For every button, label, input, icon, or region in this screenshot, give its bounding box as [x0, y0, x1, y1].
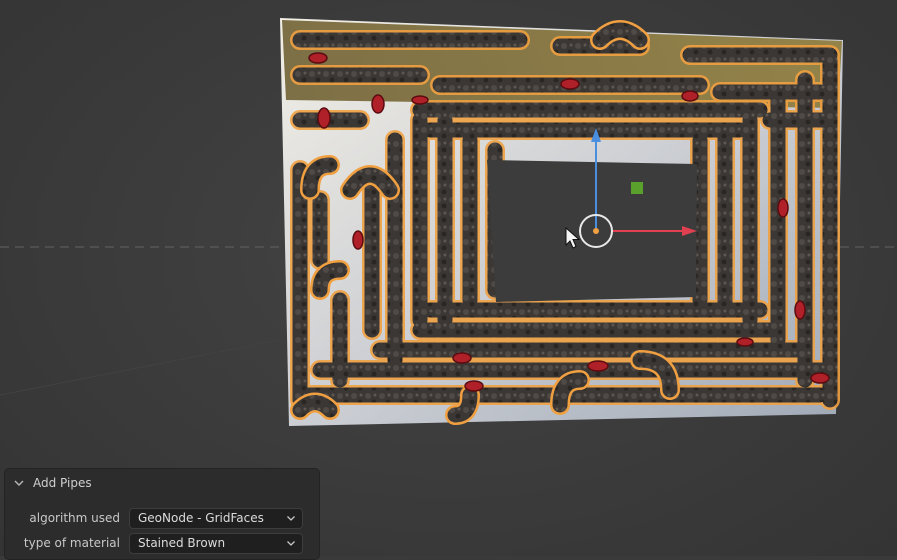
chevron-down-icon	[287, 516, 295, 521]
algorithm-dropdown[interactable]: GeoNode - GridFaces	[129, 507, 303, 529]
operator-panel-title: Add Pipes	[33, 476, 92, 490]
algorithm-label: algorithm used	[29, 511, 120, 525]
chevron-down-icon	[287, 541, 295, 546]
material-row: type of material Stained Brown	[5, 532, 321, 554]
algorithm-row: algorithm used GeoNode - GridFaces	[5, 507, 321, 529]
material-label: type of material	[23, 536, 120, 550]
operator-panel-header[interactable]: Add Pipes	[5, 469, 319, 497]
material-value: Stained Brown	[138, 536, 226, 550]
algorithm-value: GeoNode - GridFaces	[138, 511, 264, 525]
grid-line	[0, 339, 281, 396]
material-dropdown[interactable]: Stained Brown	[129, 532, 303, 554]
chevron-down-icon	[14, 480, 24, 486]
operator-panel: Add Pipes algorithm used GeoNode - GridF…	[4, 468, 320, 560]
plane-handle	[631, 182, 643, 194]
object-origin-icon	[593, 228, 599, 234]
